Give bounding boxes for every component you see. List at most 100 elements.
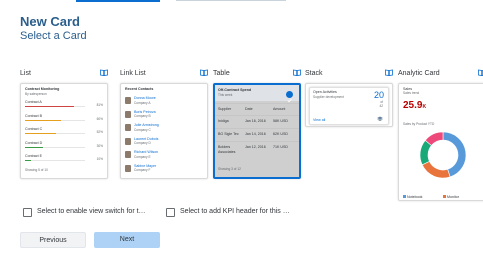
list-item-value: 60% bbox=[96, 116, 103, 121]
list-item-value: 81% bbox=[96, 103, 103, 107]
avatar bbox=[125, 110, 131, 118]
list-item: Contract E 10% bbox=[25, 154, 105, 164]
table-cell: Bolders Associates bbox=[218, 145, 236, 154]
preview-subtitle: By salesperson bbox=[25, 92, 47, 96]
page-subtitle: Select a Card bbox=[20, 30, 87, 42]
card-label: Stack bbox=[305, 70, 323, 77]
list-item-name: Contract B bbox=[25, 113, 42, 118]
page-title: New Card bbox=[20, 14, 80, 29]
preview-title: Contract Monitoring bbox=[25, 87, 60, 91]
view-switch-option[interactable]: Select to enable view switch for t… bbox=[23, 207, 163, 219]
preview-subtitle: Supplier development bbox=[313, 95, 344, 99]
progress-bar bbox=[25, 160, 31, 162]
preview-footer: Showing 3 of 12 bbox=[218, 167, 241, 171]
book-icon[interactable] bbox=[100, 69, 108, 76]
wizard-progress bbox=[0, 0, 483, 3]
progress-bar bbox=[25, 106, 74, 108]
legend-label: Monitor bbox=[447, 195, 459, 199]
link-list-item: Julie Armstrong Company C bbox=[125, 123, 205, 133]
previous-button[interactable]: Previous bbox=[20, 232, 86, 248]
avatar bbox=[125, 151, 131, 158]
table-row: Bolders Associates Jan 12, 2016 71K USD bbox=[215, 141, 299, 154]
contact-company: Company D bbox=[134, 141, 151, 145]
list-item-value: 10% bbox=[96, 157, 103, 161]
table-cell: Jan 12, 2016 bbox=[245, 145, 266, 149]
card-option-list[interactable]: List Contract Monitoring By salesperson … bbox=[20, 69, 108, 182]
preview-title: Recent Contacts bbox=[125, 87, 154, 91]
table-cell: BG Sigle Tec bbox=[218, 132, 239, 136]
progress-bar bbox=[25, 119, 61, 121]
card-preview[interactable]: Open Activities Supplier development 20 … bbox=[305, 83, 393, 127]
table-row: BG Sigle Tec Jan 14, 2016 62K USD bbox=[215, 128, 299, 138]
chart-title: Sales by Product YTD bbox=[403, 122, 435, 126]
card-option-stack[interactable]: Stack Open Activities Supplier developme… bbox=[305, 69, 393, 182]
preview-subtitle: Sales trend bbox=[403, 91, 420, 95]
table-cell: Jan 16, 2016 bbox=[245, 119, 266, 123]
list-item: Contract B 60% bbox=[25, 114, 105, 124]
book-icon[interactable] bbox=[200, 69, 208, 76]
kpi-header-option[interactable]: Select to add KPI header for this … bbox=[166, 207, 306, 219]
avatar bbox=[125, 164, 131, 172]
contact-company: Company A bbox=[134, 100, 151, 105]
kpi-unit: K bbox=[422, 104, 427, 110]
selected-check-icon bbox=[286, 91, 293, 103]
kpi-header-checkbox[interactable] bbox=[166, 208, 175, 217]
list-item-name: Contract D bbox=[25, 140, 43, 145]
view-all-link: View all bbox=[313, 118, 326, 122]
book-icon[interactable] bbox=[293, 69, 301, 76]
list-item: Contract A 81% bbox=[25, 100, 105, 110]
view-switch-label: Select to enable view switch for t… bbox=[37, 208, 146, 215]
stack-top-card: Open Activities Supplier development 20 … bbox=[309, 87, 389, 125]
book-icon[interactable] bbox=[385, 69, 393, 76]
next-button[interactable]: Next bbox=[94, 232, 160, 248]
progress-track bbox=[25, 160, 85, 162]
link-list-item: Boris Petrova Company B bbox=[125, 110, 205, 120]
card-preview[interactable]: Recent Contacts Donna Moore Company A Bori… bbox=[120, 83, 208, 179]
progress-bar bbox=[25, 133, 57, 135]
contact-company: Company E bbox=[134, 154, 151, 159]
stack-icon bbox=[377, 116, 383, 121]
contact-company: Company F bbox=[134, 168, 151, 172]
card-option-analytic[interactable]: Analytic Card Sales Sales trend 25.9K Sa… bbox=[398, 69, 483, 201]
donut-chart bbox=[419, 131, 467, 179]
card-preview[interactable]: Contract Monitoring By salesperson Contr… bbox=[20, 83, 108, 179]
preview-header: Off-Contract Spend This week bbox=[215, 85, 299, 103]
table-cell: Jan 14, 2016 bbox=[245, 132, 266, 136]
column-header: Date bbox=[245, 107, 253, 111]
kpi-value: 25.9K bbox=[403, 100, 426, 111]
preview-footer: Showing 5 of 10 bbox=[25, 168, 48, 172]
avatar bbox=[125, 124, 131, 131]
table-row: Inidiga Jan 16, 2016 58K USD bbox=[215, 115, 299, 125]
preview-subtitle: This week bbox=[218, 93, 233, 97]
kpi-header-label: Select to add KPI header for this … bbox=[180, 208, 290, 215]
donut-slice-monitor bbox=[421, 160, 451, 179]
list-item-value: 52% bbox=[96, 130, 103, 134]
card-preview-selected[interactable]: Off-Contract Spend This week Supplier Da… bbox=[213, 83, 301, 179]
list-item-name: Contract A bbox=[25, 100, 42, 104]
card-label: Analytic Card bbox=[398, 70, 440, 77]
card-option-link-list[interactable]: Link List Recent Contacts Donna Moore Com… bbox=[120, 69, 208, 182]
column-header: Supplier bbox=[218, 107, 232, 111]
kpi-number: 25.9 bbox=[403, 100, 423, 111]
card-option-table[interactable]: Table Off-Contract Spend This week Suppl… bbox=[213, 69, 301, 182]
list-item-name: Contract C bbox=[25, 127, 43, 131]
table-header-row: Supplier Date Amount bbox=[215, 103, 299, 113]
list-item: Contract D 30% bbox=[25, 141, 105, 151]
legend-item: Notebook bbox=[403, 195, 443, 200]
table-cell: 62K USD bbox=[273, 132, 288, 136]
view-switch-checkbox[interactable] bbox=[23, 208, 32, 217]
stack-count: 20 bbox=[373, 90, 384, 100]
preview-title: Off-Contract Spend bbox=[218, 88, 252, 92]
table-cell: 58K USD bbox=[273, 119, 288, 123]
card-preview[interactable]: Sales Sales trend 25.9K Sales by Product… bbox=[398, 83, 483, 201]
stack-count-total: 42 bbox=[379, 104, 383, 108]
link-list-item: Donna Moore Company A bbox=[125, 96, 205, 106]
wizard-step-active bbox=[76, 0, 160, 2]
wizard-step-inactive bbox=[176, 0, 286, 1]
avatar bbox=[125, 97, 131, 104]
legend-swatch bbox=[443, 195, 446, 198]
contact-company: Company B bbox=[134, 114, 151, 118]
book-icon[interactable] bbox=[478, 69, 483, 76]
legend-item: Monitor bbox=[443, 195, 483, 200]
link-list-item: Sabine Mayer Company F bbox=[125, 164, 205, 174]
